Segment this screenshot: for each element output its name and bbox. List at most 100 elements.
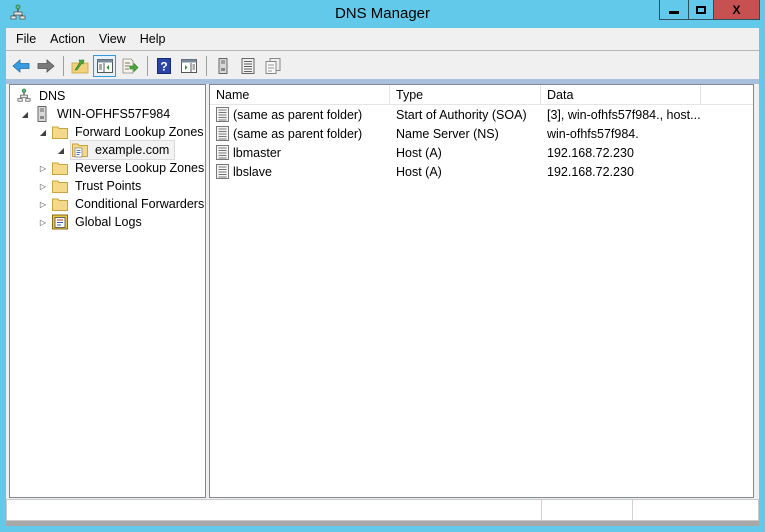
menu-view[interactable]: View [92,29,133,49]
minimize-button[interactable] [659,0,688,20]
selected-item-highlight: example.com [70,140,176,160]
copy-button[interactable] [261,55,284,77]
status-bar [6,499,759,521]
record-type: Start of Authority (SOA) [396,107,527,122]
folder-icon [52,124,68,140]
window-client: File Action View Help ? DNS ◢ WIN-OFHFS5… [6,28,759,526]
record-data: 192.168.72.230 [547,164,634,179]
tree-item-label: example.com [95,143,170,157]
server-button[interactable] [211,55,234,77]
tree-item-label: Conditional Forwarders [75,197,205,211]
export-list-icon [122,58,138,73]
list-header: Name Type Data [210,85,753,105]
dns-record-icon [216,164,229,179]
record-list-icon [241,57,254,74]
tree-item-global-logs[interactable]: ▷ Global Logs [38,213,144,231]
menu-bar: File Action View Help [6,28,759,51]
status-segment-main [7,500,542,520]
close-icon: X [732,2,741,17]
dns-record-icon [216,145,229,160]
forward-button[interactable] [34,55,57,77]
tree-item-forward-lookup-zones[interactable]: ◢ Forward Lookup Zones [38,123,206,141]
title-bar[interactable]: DNS Manager X [0,0,765,28]
menu-file[interactable]: File [9,29,43,49]
help-icon: ? [156,57,171,74]
record-name: (same as parent folder) [233,107,363,122]
zone-icon [72,142,88,158]
collapsed-arrow-icon[interactable]: ▷ [38,163,48,173]
event-log-icon [52,214,68,230]
show-hide-action-pane-button[interactable] [177,55,200,77]
tree-item-example-com[interactable]: ◢ example.com [56,140,176,160]
expanded-arrow-icon[interactable]: ◢ [56,145,66,155]
tree-item-label: Reverse Lookup Zones [75,161,205,175]
toolbar: ? [6,52,759,79]
record-name-cell: lbmaster [210,145,390,160]
collapsed-arrow-icon[interactable]: ▷ [38,199,48,209]
record-name-cell: (same as parent folder) [210,107,390,122]
svg-text:?: ? [160,59,167,73]
column-header-data[interactable]: Data [541,85,701,105]
window-title: DNS Manager [334,5,431,22]
export-list-button[interactable] [118,55,141,77]
server-icon [34,106,50,122]
tree-item-conditional-forwarders[interactable]: ▷ Conditional Forwarders [38,195,206,213]
tree-item-reverse-lookup-zones[interactable]: ▷ Reverse Lookup Zones [38,159,206,177]
record-data: win-ofhfs57f984. [547,126,639,141]
collapsed-arrow-icon[interactable]: ▷ [38,217,48,227]
console-tree[interactable]: DNS ◢ WIN-OFHFS57F984 ◢ Forward Lookup Z… [9,84,206,498]
record-data: [3], win-ofhfs57f984., host... [547,107,701,122]
show-hide-action-pane-icon [180,58,197,73]
record-name-cell: lbslave [210,164,390,179]
back-button[interactable] [9,55,32,77]
tree-item-server[interactable]: ◢ WIN-OFHFS57F984 [20,105,172,123]
record-name: lbslave [233,164,272,179]
status-segment-3 [633,500,758,520]
window-bottom-edge [6,521,759,526]
help-button[interactable]: ? [152,55,175,77]
record-name: lbmaster [233,145,281,160]
records-list[interactable]: Name Type Data (same as parent folder) S… [209,84,754,498]
folder-icon [52,160,68,176]
maximize-icon [696,5,706,14]
expanded-arrow-icon[interactable]: ◢ [20,109,30,119]
record-type: Host (A) [396,145,442,160]
table-row[interactable]: lbmaster Host (A) 192.168.72.230 [210,143,753,162]
expanded-arrow-icon[interactable]: ◢ [38,127,48,137]
up-level-button[interactable] [68,55,91,77]
folder-icon [52,196,68,212]
collapsed-arrow-icon[interactable]: ▷ [38,181,48,191]
table-row[interactable]: (same as parent folder) Start of Authori… [210,105,753,124]
toolbar-separator [206,55,207,76]
up-folder-icon [71,59,88,73]
folder-icon [52,178,68,194]
column-header-name[interactable]: Name [210,85,390,105]
show-hide-tree-icon [96,58,113,73]
column-header-empty[interactable] [701,85,753,105]
dns-record-icon [216,107,229,122]
tree-item-dns[interactable]: DNS [16,87,67,105]
maximize-button[interactable] [688,0,714,20]
menu-action[interactable]: Action [43,29,92,49]
back-arrow-icon [11,58,29,73]
tree-item-label: WIN-OFHFS57F984 [57,107,171,121]
status-segment-2 [542,500,633,520]
list-button[interactable] [236,55,259,77]
record-name-cell: (same as parent folder) [210,126,390,141]
table-row[interactable]: lbslave Host (A) 192.168.72.230 [210,162,753,181]
table-row[interactable]: (same as parent folder) Name Server (NS)… [210,124,753,143]
record-type: Host (A) [396,164,442,179]
menu-help[interactable]: Help [133,29,173,49]
record-data: 192.168.72.230 [547,145,634,160]
dns-network-icon [16,88,32,104]
minimize-icon [669,10,679,14]
toolbar-separator [63,55,64,76]
tree-item-trust-points[interactable]: ▷ Trust Points [38,177,143,195]
column-header-type[interactable]: Type [390,85,541,105]
tree-item-label: Forward Lookup Zones [75,125,204,139]
close-button[interactable]: X [714,0,760,20]
forward-arrow-icon [37,58,55,73]
server-icon [218,57,227,74]
show-hide-tree-button[interactable] [93,54,116,77]
toolbar-separator [147,55,148,76]
